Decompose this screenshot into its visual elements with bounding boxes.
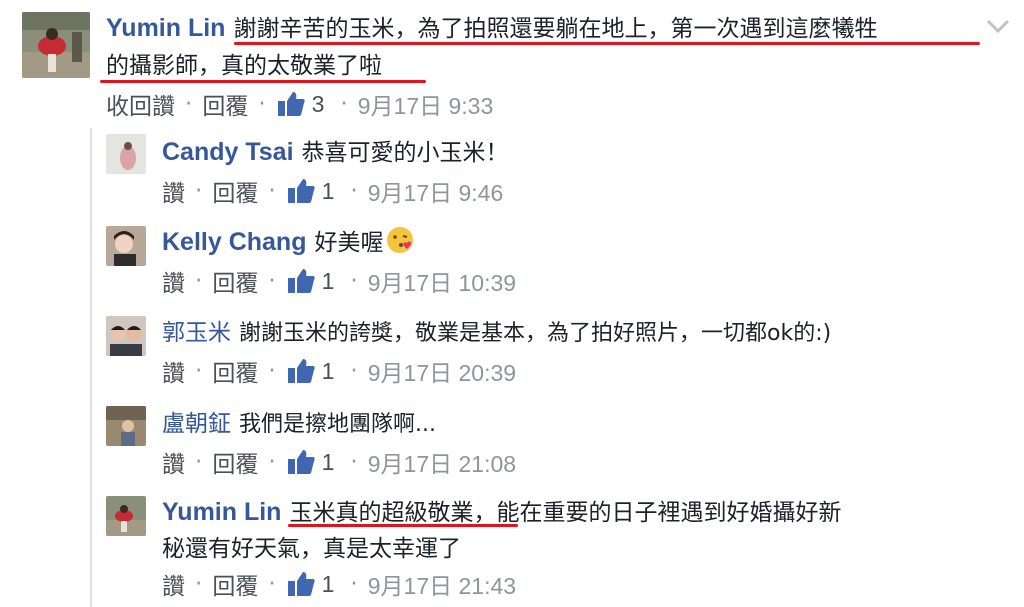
thumbs-up-icon[interactable] [286,177,316,205]
reply-actions: 讚 · 回覆 · 1 · 9月17日 21:43 [162,567,516,601]
reply-link[interactable]: 回覆 [212,174,258,208]
like-count[interactable]: 3 [312,91,325,118]
reply-link[interactable]: 回覆 [212,445,258,479]
reply-link[interactable]: 回覆 [212,264,258,298]
comment-text-line2: 的攝影師，真的太敬業了啦 [106,53,382,79]
author-name[interactable]: Yumin Lin [106,14,225,42]
reply-text: 郭玉米 謝謝玉米的誇獎，敬業是基本，為了拍好照片，一切都ok的:) [162,319,832,346]
thumbs-up-icon[interactable] [286,448,316,476]
reply-actions: 讚 · 回覆 · 1 · 9月17日 10:39 [162,264,516,298]
thumbs-up-icon[interactable] [286,267,316,295]
avatar[interactable] [106,226,146,266]
reply-text: 盧朝鉦 我們是擦地團隊啊... [162,410,436,437]
like-link[interactable]: 讚 [162,445,185,479]
like-count[interactable]: 1 [322,358,335,385]
avatar[interactable] [22,12,90,78]
timestamp[interactable]: 9月17日 9:46 [368,174,504,208]
avatar[interactable] [106,134,146,174]
reply-link[interactable]: 回覆 [202,87,248,121]
reply-link[interactable]: 回覆 [212,354,258,388]
avatar[interactable] [106,316,146,356]
reply-actions: 讚 · 回覆 · 1 · 9月17日 21:08 [162,445,516,479]
author-name[interactable]: Yumin Lin [162,498,281,526]
timestamp[interactable]: 9月17日 21:08 [368,445,516,479]
thumbs-up-icon[interactable] [286,570,316,598]
like-link[interactable]: 讚 [162,174,185,208]
like-count[interactable]: 1 [322,268,335,295]
kissing-face-icon [385,225,415,255]
reply-actions: 讚 · 回覆 · 1 · 9月17日 20:39 [162,354,516,388]
unlike-link[interactable]: 收回讚 [106,87,175,121]
avatar[interactable] [106,406,146,446]
red-underline [100,80,426,83]
reply-text: Candy Tsai 恭喜可愛的小玉米！ [162,138,509,166]
author-name[interactable]: Kelly Chang [162,228,306,256]
like-count[interactable]: 1 [322,178,335,205]
author-name[interactable]: 郭玉米 [162,319,231,345]
timestamp[interactable]: 9月17日 9:33 [358,87,494,121]
reply-link[interactable]: 回覆 [212,567,258,601]
timestamp[interactable]: 9月17日 20:39 [368,354,516,388]
like-link[interactable]: 讚 [162,567,185,601]
reply-text: Kelly Chang 好美喔 [162,224,415,261]
chevron-down-icon[interactable] [984,14,1012,38]
red-underline [288,524,518,527]
author-name[interactable]: Candy Tsai [162,138,294,166]
timestamp[interactable]: 9月17日 21:43 [368,567,516,601]
avatar[interactable] [106,496,146,536]
red-underline [234,42,980,45]
thumbs-up-icon[interactable] [276,90,306,118]
reply-actions: 讚 · 回覆 · 1 · 9月17日 9:46 [162,174,503,208]
like-count[interactable]: 1 [322,571,335,598]
like-count[interactable]: 1 [322,449,335,476]
comment-actions: 收回讚 · 回覆 · 3 · 9月17日 9:33 [106,87,493,121]
like-link[interactable]: 讚 [162,354,185,388]
thread-line [90,128,92,607]
thumbs-up-icon[interactable] [286,357,316,385]
author-name[interactable]: 盧朝鉦 [162,410,231,436]
reply-text-line2: 秘還有好天氣，真是太幸運了 [162,536,461,562]
like-link[interactable]: 讚 [162,264,185,298]
timestamp[interactable]: 9月17日 10:39 [368,264,516,298]
